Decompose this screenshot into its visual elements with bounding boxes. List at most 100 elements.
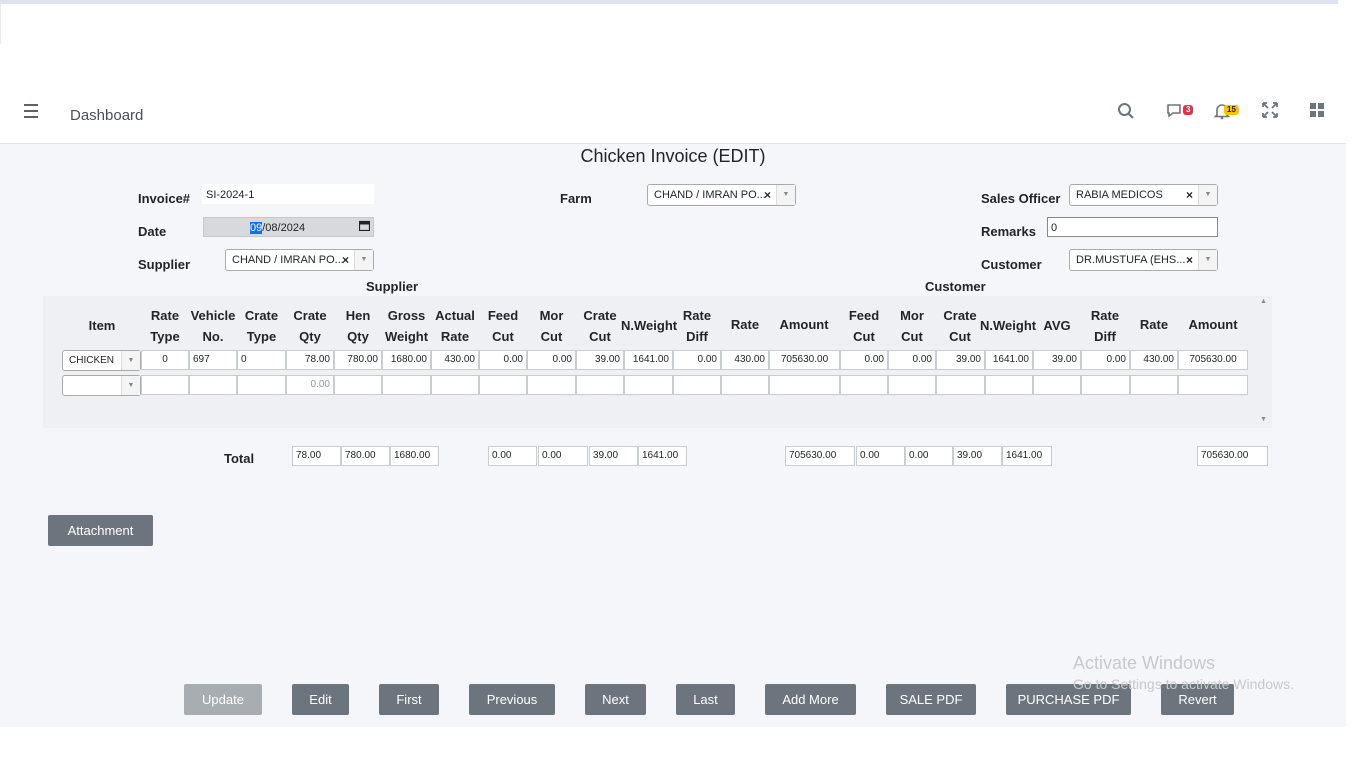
cell-gross-weight-empty[interactable] <box>382 375 431 395</box>
supplier-clear-icon[interactable]: × <box>342 250 349 270</box>
scroll-down-icon[interactable]: ▼ <box>1260 416 1267 423</box>
date-field[interactable]: 09/08/2024 <box>203 217 374 237</box>
chevron-down-icon[interactable]: ▼ <box>1198 250 1217 270</box>
attachment-button[interactable]: Attachment <box>48 515 153 546</box>
cell-hen-qty-empty[interactable] <box>334 375 382 395</box>
total-feed-cut[interactable]: 0.00 <box>488 446 537 466</box>
previous-button[interactable]: Previous <box>469 684 555 715</box>
cell-rate-diff-empty[interactable] <box>673 375 721 395</box>
cell-gross-weight[interactable]: 1680.00 <box>382 350 431 370</box>
next-button[interactable]: Next <box>585 684 646 715</box>
search-icon[interactable] <box>1116 102 1136 122</box>
total-customer-n-weight[interactable]: 1641.00 <box>1002 446 1052 466</box>
cell-vehicle-no[interactable]: 697 <box>189 350 237 370</box>
cell-rate-empty[interactable] <box>721 375 769 395</box>
cell-customer-feed-cut[interactable]: 0.00 <box>840 350 888 370</box>
sales-officer-clear-icon[interactable]: × <box>1186 185 1193 205</box>
cell-feed-cut-empty[interactable] <box>479 375 527 395</box>
cell-customer-rate-diff-empty[interactable] <box>1081 375 1130 395</box>
total-customer-crate-cut[interactable]: 39.00 <box>953 446 1002 466</box>
cell-rate[interactable]: 430.00 <box>721 350 769 370</box>
cell-crate-cut-empty[interactable] <box>576 375 624 395</box>
messages-icon[interactable] <box>1165 102 1185 122</box>
total-customer-amount[interactable]: 705630.00 <box>1197 446 1268 466</box>
total-hen-qty[interactable]: 780.00 <box>341 446 390 466</box>
chevron-down-icon[interactable]: ▼ <box>776 185 795 205</box>
first-button[interactable]: First <box>379 684 439 715</box>
total-customer-mor-cut[interactable]: 0.00 <box>905 446 953 466</box>
total-customer-feed-cut[interactable]: 0.00 <box>856 446 905 466</box>
cell-actual-rate-empty[interactable] <box>431 375 479 395</box>
cell-mor-cut-empty[interactable] <box>527 375 576 395</box>
cell-amount[interactable]: 705630.00 <box>769 350 840 370</box>
total-crate-qty[interactable]: 78.00 <box>292 446 341 466</box>
control-sidebar-icon[interactable] <box>1307 102 1327 122</box>
cell-customer-feed-cut-empty[interactable] <box>840 375 888 395</box>
cell-customer-mor-cut[interactable]: 0.00 <box>888 350 936 370</box>
customer-select[interactable]: DR.MUSTUFA (EHS... × ▼ <box>1069 249 1218 271</box>
farm-clear-icon[interactable]: × <box>764 185 771 205</box>
cell-crate-type-empty[interactable] <box>237 375 286 395</box>
farm-select[interactable]: CHAND / IMRAN PO... × ▼ <box>647 184 796 206</box>
supplier-select[interactable]: CHAND / IMRAN PO... × ▼ <box>225 249 374 271</box>
header-item: Item <box>88 318 116 333</box>
dashboard-link[interactable]: Dashboard <box>70 107 143 124</box>
cell-avg[interactable]: 39.00 <box>1033 350 1081 370</box>
edit-button[interactable]: Edit <box>292 684 349 715</box>
cell-rate-type-empty[interactable] <box>141 375 189 395</box>
cell-customer-rate[interactable]: 430.00 <box>1130 350 1178 370</box>
cell-customer-mor-cut-empty[interactable] <box>888 375 936 395</box>
add-more-button[interactable]: Add More <box>765 684 856 715</box>
cell-customer-n-weight[interactable]: 1641.00 <box>985 350 1033 370</box>
cell-vehicle-no-empty[interactable] <box>189 375 237 395</box>
total-crate-cut[interactable]: 39.00 <box>589 446 638 466</box>
cell-avg-empty[interactable] <box>1033 375 1081 395</box>
sales-officer-select[interactable]: RABIA MEDICOS × ▼ <box>1069 184 1218 206</box>
cell-rate-diff[interactable]: 0.00 <box>673 350 721 370</box>
cell-mor-cut[interactable]: 0.00 <box>527 350 576 370</box>
cell-n-weight-empty[interactable] <box>624 375 673 395</box>
cell-customer-crate-cut[interactable]: 39.00 <box>936 350 985 370</box>
total-gross-weight[interactable]: 1680.00 <box>390 446 439 466</box>
cell-customer-n-weight-empty[interactable] <box>985 375 1033 395</box>
chevron-down-icon[interactable]: ▼ <box>121 376 140 395</box>
cell-hen-qty[interactable]: 780.00 <box>334 350 382 370</box>
menu-toggle-icon[interactable] <box>24 104 38 122</box>
chevron-down-icon[interactable]: ▼ <box>1198 185 1217 205</box>
chevron-down-icon[interactable]: ▼ <box>121 351 140 370</box>
cell-customer-amount-empty[interactable] <box>1178 375 1248 395</box>
total-n-weight[interactable]: 1641.00 <box>638 446 687 466</box>
cell-customer-crate-cut-empty[interactable] <box>936 375 985 395</box>
top-navbar: Dashboard 3 15 <box>0 88 1346 144</box>
chevron-down-icon[interactable]: ▼ <box>354 250 373 270</box>
item-select[interactable]: CHICKEN ▼ <box>62 350 141 371</box>
date-rest: /08/2024 <box>262 222 306 234</box>
fullscreen-icon[interactable] <box>1260 102 1280 122</box>
cell-crate-cut[interactable]: 39.00 <box>576 350 624 370</box>
scroll-up-icon[interactable]: ▲ <box>1260 298 1267 305</box>
customer-clear-icon[interactable]: × <box>1186 250 1193 270</box>
sale-pdf-button[interactable]: SALE PDF <box>886 684 976 715</box>
left-border <box>0 4 1 44</box>
total-mor-cut[interactable]: 0.00 <box>538 446 588 466</box>
cell-crate-type[interactable]: 0 <box>237 350 286 370</box>
remarks-field[interactable]: 0 <box>1047 217 1218 237</box>
update-button[interactable]: Update <box>184 684 262 715</box>
invoice-field[interactable]: SI-2024-1 <box>202 184 374 204</box>
cell-customer-amount[interactable]: 705630.00 <box>1178 350 1248 370</box>
cell-actual-rate[interactable]: 430.00 <box>431 350 479 370</box>
cell-rate-type[interactable]: 0 <box>141 350 189 370</box>
cell-crate-qty-placeholder[interactable]: 0.00 <box>286 375 334 395</box>
cell-customer-rate-empty[interactable] <box>1130 375 1178 395</box>
last-button[interactable]: Last <box>676 684 735 715</box>
cell-n-weight[interactable]: 1641.00 <box>624 350 673 370</box>
item-select-empty[interactable]: ▼ <box>62 375 141 396</box>
cell-feed-cut[interactable]: 0.00 <box>479 350 527 370</box>
activate-windows-title: Activate Windows <box>1073 653 1216 673</box>
cell-amount-empty[interactable] <box>769 375 840 395</box>
notifications-badge: 15 <box>1224 105 1239 115</box>
calendar-icon[interactable] <box>358 218 371 238</box>
cell-customer-rate-diff[interactable]: 0.00 <box>1081 350 1130 370</box>
cell-crate-qty[interactable]: 78.00 <box>286 350 334 370</box>
total-amount[interactable]: 705630.00 <box>785 446 855 466</box>
